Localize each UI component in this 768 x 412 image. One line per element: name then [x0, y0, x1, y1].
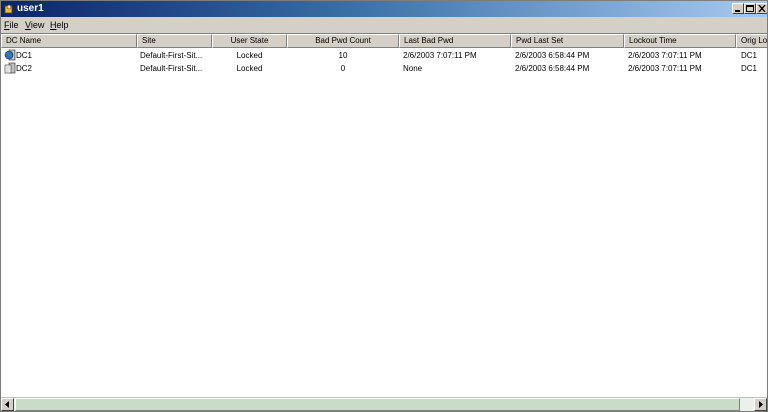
column-header-last-bad-pwd[interactable]: Last Bad Pwd: [399, 34, 511, 48]
column-header-site[interactable]: Site: [137, 34, 212, 48]
menu-file[interactable]: File: [4, 19, 19, 31]
cell-orig-lock: DC1: [741, 64, 758, 73]
column-header-dc-name[interactable]: DC Name: [1, 34, 137, 48]
cell-dc-name: DC1: [16, 51, 33, 60]
cell-user-state: Locked: [236, 64, 263, 73]
table-row[interactable]: DC2 Default-First-Sit... Locked 0 None 2…: [1, 62, 767, 75]
app-window: user1 File View Help DC Name Site User S…: [0, 0, 768, 412]
cell-bad-pwd-count: 0: [340, 64, 346, 73]
scroll-right-button[interactable]: [754, 398, 767, 411]
maximize-button[interactable]: [744, 3, 756, 14]
menu-view[interactable]: View: [25, 19, 44, 31]
cell-site: Default-First-Sit...: [140, 51, 203, 60]
cell-site: Default-First-Sit...: [140, 64, 203, 73]
cell-lockout-time: 2/6/2003 7:07:11 PM: [628, 64, 702, 73]
arrow-left-icon: [5, 401, 9, 408]
menu-help[interactable]: Help: [50, 19, 69, 31]
column-header-user-state[interactable]: User State: [212, 34, 287, 48]
server-globe-icon: [4, 49, 16, 61]
app-icon: [4, 4, 13, 14]
dc-list-view[interactable]: DC Name Site User State Bad Pwd Count La…: [1, 33, 767, 399]
cell-last-bad-pwd: 2/6/2003 7:07:11 PM: [403, 51, 477, 60]
cell-lockout-time: 2/6/2003 7:07:11 PM: [628, 51, 702, 60]
window-title: user1: [17, 3, 44, 14]
horizontal-scrollbar[interactable]: [1, 397, 767, 411]
cell-orig-lock: DC1: [741, 51, 758, 60]
menu-bar: File View Help: [1, 17, 767, 33]
table-row[interactable]: DC1 Default-First-Sit... Locked 10 2/6/2…: [1, 49, 767, 62]
cell-pwd-last-set: 2/6/2003 6:58:44 PM: [515, 51, 590, 60]
maximize-icon: [746, 5, 754, 12]
scroll-left-button[interactable]: [1, 398, 14, 411]
column-header-pwd-last-set[interactable]: Pwd Last Set: [511, 34, 624, 48]
close-icon: [758, 5, 766, 12]
close-button[interactable]: [756, 3, 767, 14]
list-header: DC Name Site User State Bad Pwd Count La…: [1, 34, 767, 48]
scrollbar-thumb[interactable]: [15, 398, 740, 411]
minimize-button[interactable]: [732, 3, 744, 14]
cell-user-state: Locked: [236, 51, 263, 60]
arrow-right-icon: [759, 401, 763, 408]
cell-last-bad-pwd: None: [403, 64, 423, 73]
server-document-icon: [4, 62, 16, 74]
column-header-lockout-time[interactable]: Lockout Time: [624, 34, 736, 48]
column-header-orig-lock[interactable]: Orig Lo: [736, 34, 767, 48]
title-bar[interactable]: user1: [1, 1, 767, 17]
minimize-icon: [735, 10, 740, 12]
cell-dc-name: DC2: [16, 64, 33, 73]
cell-pwd-last-set: 2/6/2003 6:58:44 PM: [515, 64, 590, 73]
column-header-bad-pwd-count[interactable]: Bad Pwd Count: [287, 34, 399, 48]
cell-bad-pwd-count: 10: [338, 51, 348, 60]
